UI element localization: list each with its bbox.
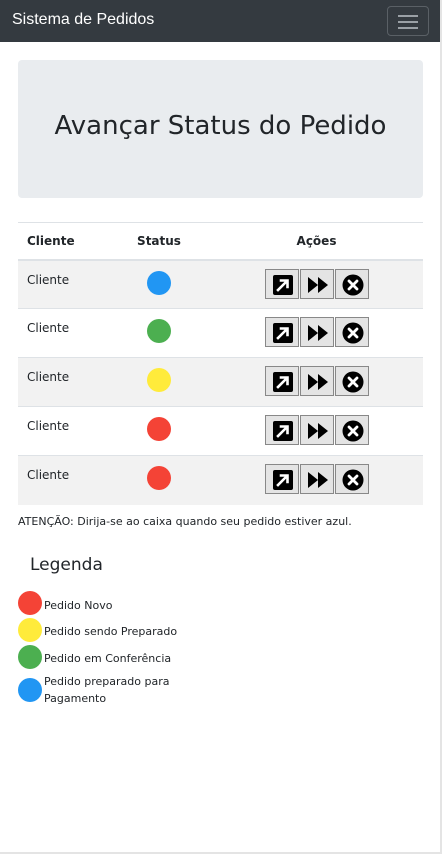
- header-status: Status: [108, 222, 210, 261]
- legend-dot: [18, 678, 42, 702]
- status-dot: [147, 270, 171, 295]
- legend-label: Pedido Novo: [44, 599, 113, 612]
- atencao-message: ATENÇÃO: Dirija-se ao caixa quando seu p…: [18, 515, 352, 528]
- cliente-cell: Cliente: [18, 357, 108, 407]
- hamburger-icon-bar: [398, 21, 418, 23]
- cancel-button[interactable]: [335, 317, 369, 347]
- header-cliente: Cliente: [18, 222, 108, 261]
- open-external-button[interactable]: [265, 415, 299, 445]
- cancel-button[interactable]: [335, 268, 369, 299]
- status-cell: [108, 259, 210, 309]
- table-row: Cliente: [18, 455, 423, 505]
- table-row: Cliente: [18, 308, 423, 358]
- status-cell: [108, 357, 210, 407]
- table-header-row: Cliente Status Ações: [18, 222, 423, 261]
- cancel-button[interactable]: [335, 464, 369, 494]
- acoes-cell: [210, 455, 423, 505]
- acoes-cell: [210, 308, 423, 358]
- table-row: Cliente: [18, 406, 423, 456]
- fast-forward-button[interactable]: [300, 415, 334, 445]
- acoes-cell: [210, 406, 423, 456]
- cancel-button[interactable]: [335, 366, 369, 396]
- navbar-toggler-button[interactable]: [387, 6, 429, 36]
- navbar: Sistema de Pedidos: [0, 0, 440, 42]
- legend-dot: [18, 618, 42, 642]
- status-cell: [108, 406, 210, 456]
- legend-dot: [18, 591, 42, 615]
- acoes-cell: [210, 357, 423, 407]
- fast-forward-button[interactable]: [300, 366, 334, 396]
- open-external-button[interactable]: [265, 366, 299, 396]
- status-dot: [147, 466, 171, 490]
- legend-label: Pedido sendo Preparado: [44, 625, 178, 638]
- status-dot: [147, 417, 171, 441]
- cliente-cell: Cliente: [18, 406, 108, 456]
- cancel-button[interactable]: [335, 415, 369, 445]
- legenda-title: Legenda: [30, 555, 103, 575]
- hamburger-icon: [398, 15, 418, 17]
- status-dot: [147, 319, 171, 343]
- cliente-cell: Cliente: [18, 308, 108, 358]
- legend-label: Pedido em Conferência: [44, 652, 172, 665]
- legend-label: Pedido preparado para Pagamento: [44, 675, 170, 705]
- fast-forward-button[interactable]: [300, 268, 334, 299]
- page-title: Avançar Status do Pedido: [54, 111, 387, 141]
- navbar-brand[interactable]: Sistema de Pedidos: [12, 11, 154, 29]
- jumbotron: Avançar Status do Pedido: [18, 60, 423, 198]
- fast-forward-button[interactable]: [300, 317, 334, 347]
- hamburger-icon-bar: [398, 27, 418, 29]
- status-cell: [108, 308, 210, 358]
- acoes-cell: [210, 259, 423, 309]
- open-external-button[interactable]: [265, 464, 299, 494]
- status-cell: [108, 455, 210, 505]
- legend-dot: [18, 645, 42, 669]
- open-external-button[interactable]: [265, 268, 299, 299]
- table-row: Cliente: [18, 357, 423, 407]
- cliente-cell: Cliente: [18, 455, 108, 505]
- table-row: Cliente: [18, 259, 423, 309]
- fast-forward-button[interactable]: [300, 464, 334, 494]
- cliente-cell: Cliente: [18, 259, 108, 309]
- orders-table: Cliente Status Ações Cliente Cliente Clien…: [18, 222, 423, 505]
- status-dot: [147, 368, 171, 392]
- header-acoes: Ações: [210, 222, 423, 261]
- open-external-button[interactable]: [265, 317, 299, 347]
